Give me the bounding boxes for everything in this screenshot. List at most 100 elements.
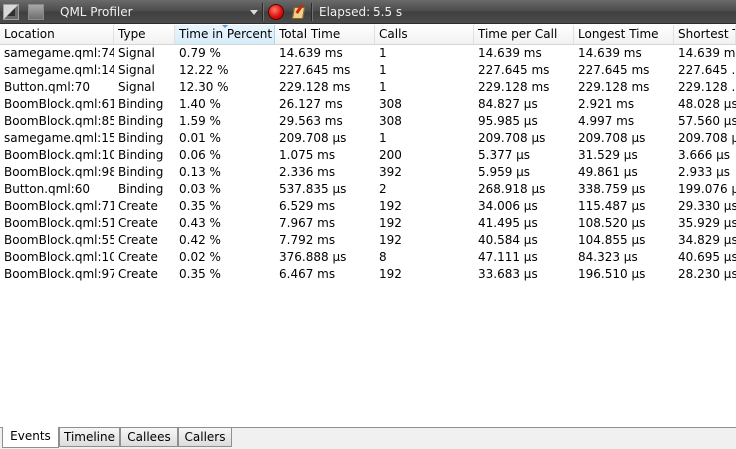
elapsed-label: Elapsed:: [319, 5, 371, 19]
cell-location: samegame.qml:74: [4, 46, 114, 60]
cell-type: Binding: [118, 148, 164, 162]
start-profiling-icon[interactable]: [3, 4, 19, 20]
column-header-type[interactable]: Type: [114, 25, 175, 44]
column-header-total-time[interactable]: Total Time: [275, 25, 375, 44]
cell-shortest-t: 48.028 µs: [678, 97, 736, 111]
cell-time-per-call: 41.495 µs: [478, 216, 538, 230]
cell-time-in-percent: 0.43 %: [179, 216, 221, 230]
cell-calls: 8: [379, 250, 387, 264]
cell-time-per-call: 14.639 ms: [478, 46, 542, 60]
sort-indicator-icon: [221, 25, 228, 28]
cell-location: BoomBlock.qml:85: [4, 114, 114, 128]
cell-time-per-call: 229.128 ms: [478, 80, 550, 94]
cell-time-in-percent: 0.35 %: [179, 267, 221, 281]
cell-longest-time: 31.529 µs: [578, 148, 638, 162]
cell-type: Signal: [118, 46, 155, 60]
cell-total-time: 2.336 ms: [279, 165, 336, 179]
cell-type: Binding: [118, 131, 164, 145]
cell-time-in-percent: 1.40 %: [179, 97, 221, 111]
cell-time-in-percent: 0.79 %: [179, 46, 221, 60]
table-row[interactable]: BoomBlock.qml:61 Binding 1.40 % 26.127 ms 30…: [0, 96, 736, 113]
column-header-time-in-percent[interactable]: Time in Percent: [175, 25, 275, 44]
cell-shortest-t: 57.560 µs: [678, 114, 736, 128]
record-icon[interactable]: [268, 4, 284, 20]
column-header-shortest-t[interactable]: Shortest T: [674, 25, 736, 44]
table-row[interactable]: BoomBlock.qml:71 Create 0.35 % 6.529 ms 192 3…: [0, 198, 736, 215]
cell-time-per-call: 84.827 µs: [478, 97, 538, 111]
stop-icon[interactable]: [28, 4, 44, 20]
tab-timeline[interactable]: Timeline: [59, 428, 120, 447]
cell-calls: 1: [379, 63, 387, 77]
cell-total-time: 29.563 ms: [279, 114, 343, 128]
tab-callers[interactable]: Callers: [178, 428, 232, 447]
table-row[interactable]: BoomBlock.qml:97 Create 0.35 % 6.467 ms 192 3…: [0, 266, 736, 283]
table-row[interactable]: BoomBlock.qml:98 Binding 0.13 % 2.336 ms 392…: [0, 164, 736, 181]
column-header-label: Longest Time: [578, 27, 659, 41]
cell-total-time: 376.888 µs: [279, 250, 347, 264]
cell-type: Binding: [118, 165, 164, 179]
cell-time-per-call: 33.683 µs: [478, 267, 538, 281]
cell-calls: 308: [379, 97, 402, 111]
profiler-selector[interactable]: QML Profiler: [56, 0, 260, 24]
cell-longest-time: 49.861 µs: [578, 165, 638, 179]
cell-shortest-t: 28.230 µs: [678, 267, 736, 281]
column-header-label: Time per Call: [478, 27, 558, 41]
cell-calls: 308: [379, 114, 402, 128]
cell-total-time: 537.835 µs: [279, 182, 347, 196]
cell-type: Create: [118, 199, 158, 213]
cell-time-per-call: 5.377 µs: [478, 148, 531, 162]
cell-shortest-t: 34.829 µs: [678, 233, 736, 247]
cell-calls: 192: [379, 267, 402, 281]
cell-location: BoomBlock.qml:97: [4, 267, 114, 281]
table-row[interactable]: samegame.qml:74 Signal 0.79 % 14.639 ms 1 14.…: [0, 45, 736, 62]
column-header-label: Shortest T: [678, 27, 736, 41]
cell-location: BoomBlock.qml:55: [4, 233, 114, 247]
cell-type: Create: [118, 233, 158, 247]
cell-longest-time: 2.921 ms: [578, 97, 635, 111]
column-header-longest-time[interactable]: Longest Time: [574, 25, 674, 44]
clear-data-icon[interactable]: [290, 4, 306, 20]
table-row[interactable]: Button.qml:70 Signal 12.30 % 229.128 ms 1 229…: [0, 79, 736, 96]
profiler-toolbar: QML Profiler Elapsed: 5.5 s: [0, 0, 736, 24]
view-tab-bar: Events Timeline Callees Callers: [0, 427, 736, 449]
cell-longest-time: 108.520 µs: [578, 216, 646, 230]
cell-longest-time: 115.487 µs: [578, 199, 646, 213]
cell-time-in-percent: 0.42 %: [179, 233, 221, 247]
table-row[interactable]: samegame.qml:142 Signal 12.22 % 227.645 ms 1…: [0, 62, 736, 79]
cell-calls: 200: [379, 148, 402, 162]
cell-longest-time: 84.323 µs: [578, 250, 638, 264]
table-row[interactable]: BoomBlock.qml:103 Binding 0.06 % 1.075 ms 20…: [0, 147, 736, 164]
cell-longest-time: 338.759 µs: [578, 182, 646, 196]
tab-events[interactable]: Events: [2, 427, 59, 448]
cell-total-time: 14.639 ms: [279, 46, 343, 60]
cell-time-per-call: 209.708 µs: [478, 131, 546, 145]
column-header-location[interactable]: Location: [0, 25, 114, 44]
cell-time-per-call: 5.959 µs: [478, 165, 531, 179]
column-header-time-per-call[interactable]: Time per Call: [474, 25, 574, 44]
column-header-calls[interactable]: Calls: [375, 25, 474, 44]
cell-location: Button.qml:70: [4, 80, 90, 94]
cell-calls: 192: [379, 233, 402, 247]
cell-calls: 192: [379, 199, 402, 213]
table-row[interactable]: samegame.qml:155 Binding 0.01 % 209.708 µs 1…: [0, 130, 736, 147]
table-row[interactable]: BoomBlock.qml:55 Create 0.42 % 7.792 ms 192 4…: [0, 232, 736, 249]
cell-longest-time: 104.855 µs: [578, 233, 646, 247]
table-row[interactable]: Button.qml:60 Binding 0.03 % 537.835 µs 2 268…: [0, 181, 736, 198]
tab-callees[interactable]: Callees: [120, 428, 178, 447]
cell-time-per-call: 268.918 µs: [478, 182, 546, 196]
cell-time-in-percent: 12.30 %: [179, 80, 229, 94]
cell-type: Create: [118, 267, 158, 281]
table-row[interactable]: BoomBlock.qml:85 Binding 1.59 % 29.563 ms 30…: [0, 113, 736, 130]
table-row[interactable]: BoomBlock.qml:51 Create 0.43 % 7.967 ms 192 4…: [0, 215, 736, 232]
column-header-label: Location: [4, 27, 55, 41]
cell-total-time: 1.075 ms: [279, 148, 336, 162]
cell-time-in-percent: 12.22 %: [179, 63, 229, 77]
cell-longest-time: 14.639 ms: [578, 46, 642, 60]
cell-longest-time: 209.708 µs: [578, 131, 646, 145]
cell-shortest-t: 29.330 µs: [678, 199, 736, 213]
table-row[interactable]: BoomBlock.qml:102 Create 0.02 % 376.888 µs 8…: [0, 249, 736, 266]
chevron-down-icon: [250, 10, 258, 15]
cell-calls: 2: [379, 182, 387, 196]
cell-total-time: 227.645 ms: [279, 63, 351, 77]
cell-shortest-t: 14.639 ms: [678, 46, 736, 60]
